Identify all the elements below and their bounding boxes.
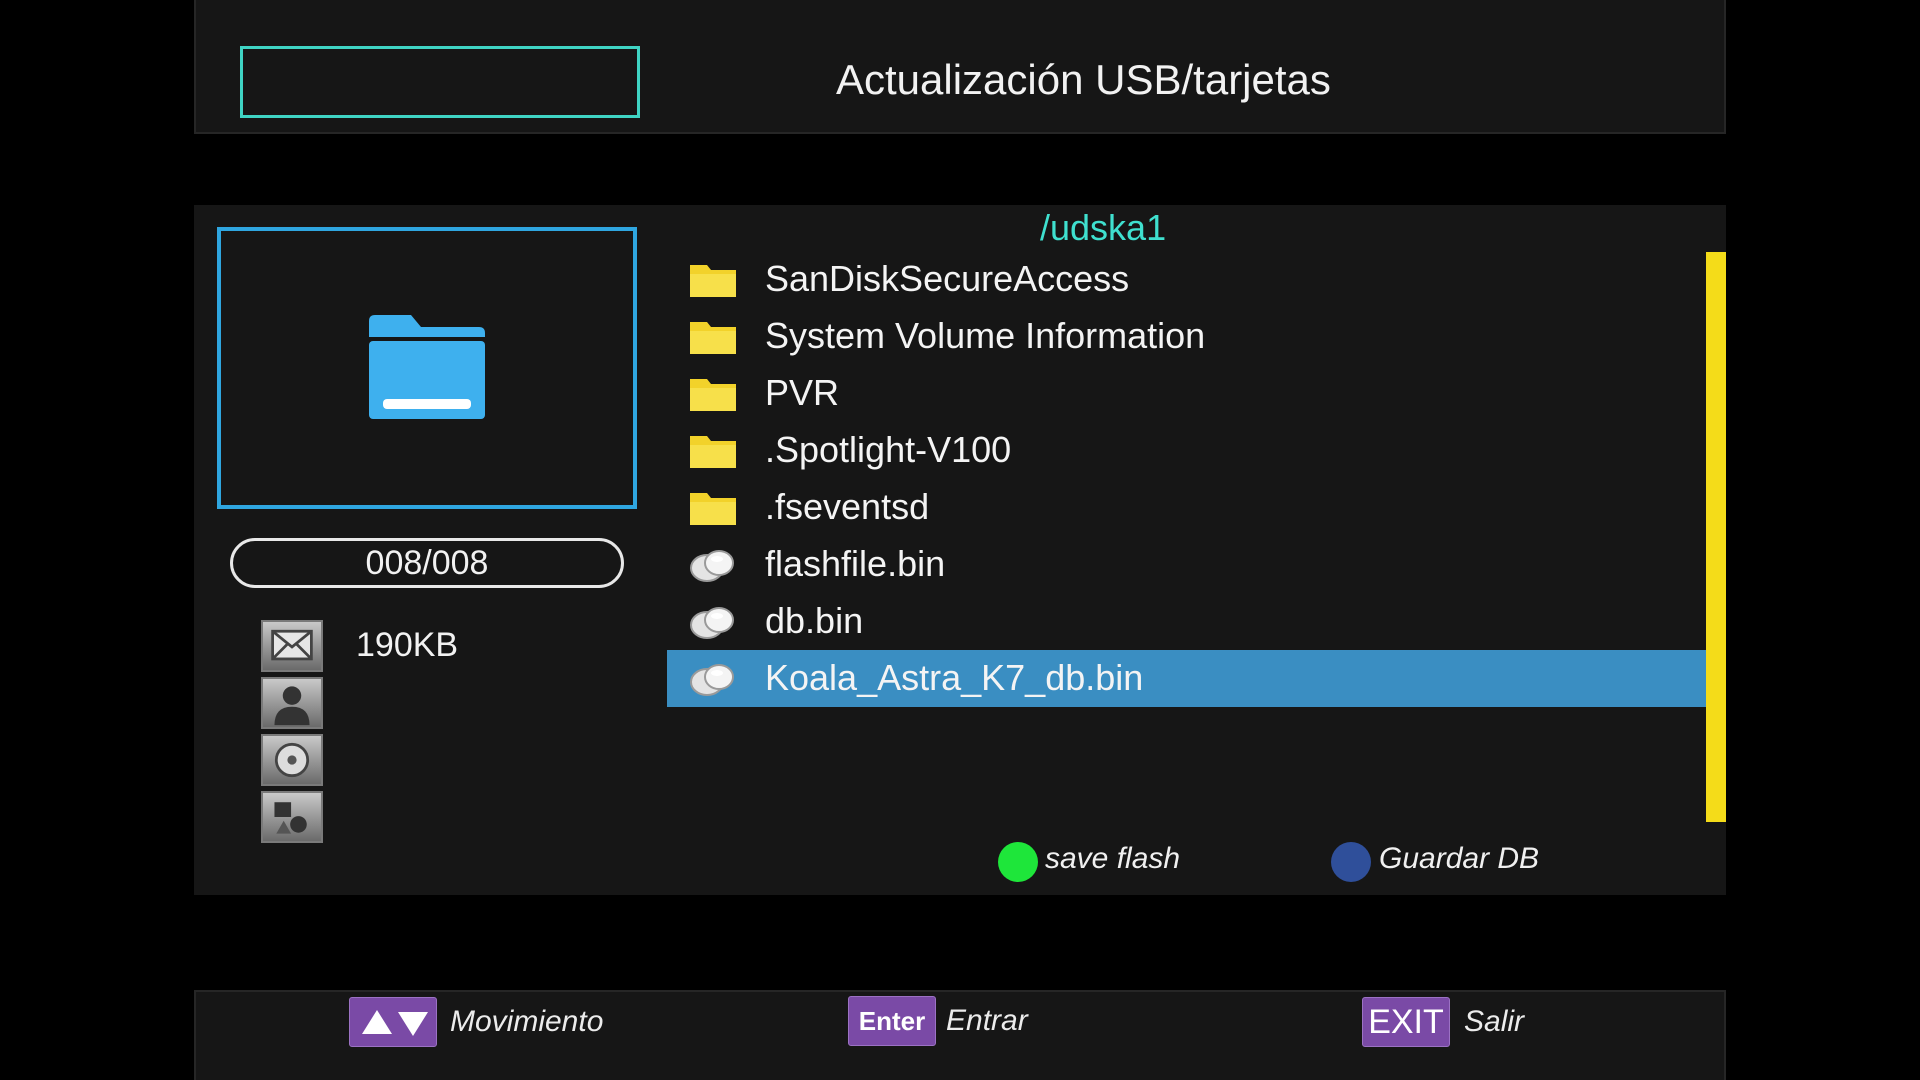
- current-path: /udska1: [1040, 207, 1167, 248]
- folder-icon: [690, 493, 736, 525]
- file-name: .Spotlight-V100: [765, 429, 1012, 470]
- main-panel: 008/008 190KB /udska1 SanDiskSecureAcces…: [194, 205, 1726, 895]
- save-db-label: Guardar DB: [1379, 842, 1540, 875]
- enter-label: Entrar: [946, 1004, 1028, 1037]
- person-icon[interactable]: [261, 677, 323, 729]
- folder-icon: [690, 322, 736, 354]
- shapes-icon[interactable]: [261, 791, 323, 843]
- list-item[interactable]: db.bin: [667, 593, 1707, 650]
- list-item-selected[interactable]: Koala_Astra_K7_db.bin: [667, 650, 1707, 707]
- list-item[interactable]: .fseventsd: [667, 479, 1707, 536]
- file-size: 190KB: [356, 626, 459, 664]
- header-highlight-box: [240, 46, 640, 118]
- up-down-arrows-icon: [362, 1010, 428, 1036]
- file-list: SanDiskSecureAccess System Volume Inform…: [667, 251, 1707, 707]
- up-down-key[interactable]: [349, 997, 437, 1047]
- bin-file-icon: [690, 607, 734, 639]
- folder-icon: [690, 379, 736, 411]
- save-flash-label: save flash: [1045, 842, 1181, 875]
- scrollbar[interactable]: [1706, 252, 1726, 822]
- folder-icon: [690, 436, 736, 468]
- list-item[interactable]: flashfile.bin: [667, 536, 1707, 593]
- disc-icon[interactable]: [261, 734, 323, 786]
- file-name: db.bin: [765, 600, 864, 641]
- list-item[interactable]: PVR: [667, 365, 1707, 422]
- list-item[interactable]: .Spotlight-V100: [667, 422, 1707, 479]
- file-name: .fseventsd: [765, 486, 930, 527]
- mail-icon[interactable]: [261, 620, 323, 672]
- folder-icon: [369, 315, 485, 419]
- item-counter: 008/008: [230, 538, 624, 588]
- file-name: SanDiskSecureAccess: [765, 258, 1130, 299]
- preview-box: [217, 227, 637, 509]
- folder-icon: [690, 265, 736, 297]
- move-label: Movimiento: [450, 1005, 604, 1038]
- bin-file-icon: [690, 664, 734, 696]
- page-title: Actualización USB/tarjetas: [836, 56, 1331, 103]
- exit-label: Salir: [1464, 1005, 1525, 1038]
- enter-key[interactable]: Enter: [848, 996, 936, 1046]
- bin-file-icon: [690, 550, 734, 582]
- list-item[interactable]: System Volume Information: [667, 308, 1707, 365]
- list-item[interactable]: SanDiskSecureAccess: [667, 251, 1707, 308]
- exit-key[interactable]: EXIT: [1362, 997, 1450, 1047]
- green-button-icon[interactable]: [998, 842, 1038, 882]
- file-name: flashfile.bin: [765, 543, 946, 584]
- header-bar: Actualización USB/tarjetas: [194, 0, 1726, 134]
- blue-button-icon[interactable]: [1331, 842, 1371, 882]
- footer-bar: Movimiento Enter Entrar EXIT Salir: [194, 990, 1726, 1080]
- file-name: Koala_Astra_K7_db.bin: [765, 657, 1144, 698]
- file-name: System Volume Information: [765, 315, 1206, 356]
- file-name: PVR: [765, 372, 840, 413]
